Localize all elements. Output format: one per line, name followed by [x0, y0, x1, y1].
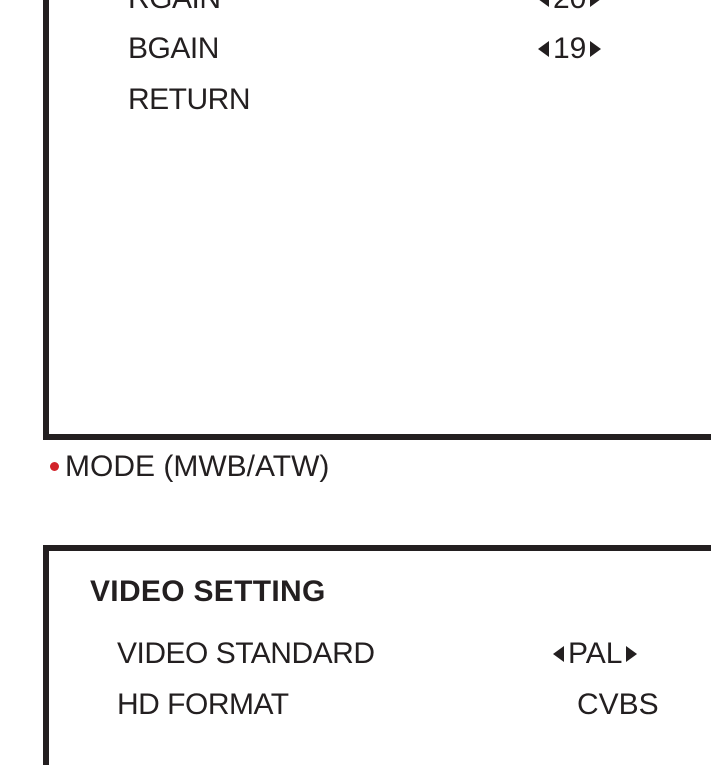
arrow-right-icon[interactable]	[590, 41, 602, 57]
menu-item-hd-format-value[interactable]: CVBS	[577, 690, 659, 720]
menu-item-rgain-value[interactable]: 20	[538, 0, 602, 14]
arrow-left-icon[interactable]	[538, 0, 549, 7]
hd-format-value-text: CVBS	[577, 688, 659, 721]
arrow-left-icon[interactable]	[553, 646, 564, 662]
caption-text: MODE (MWB/ATW)	[65, 450, 330, 483]
video-standard-value-text: PAL	[568, 637, 623, 670]
upper-menu-panel	[43, 0, 711, 440]
arrow-right-icon[interactable]	[626, 646, 638, 662]
bgain-value-text: 19	[553, 32, 587, 65]
mode-caption: MODE (MWB/ATW)	[50, 452, 329, 482]
arrow-left-icon[interactable]	[538, 41, 549, 57]
menu-item-rgain-label[interactable]: RGAIN	[128, 0, 221, 14]
menu-item-bgain-value[interactable]: 19	[538, 32, 602, 65]
menu-item-return[interactable]: RETURN	[128, 85, 251, 115]
menu-item-video-standard-value[interactable]: PAL	[553, 637, 638, 670]
rgain-value-text: 20	[553, 0, 586, 14]
menu-item-hd-format-label[interactable]: HD FORMAT	[117, 690, 289, 720]
arrow-right-icon[interactable]	[590, 0, 602, 7]
menu-item-video-standard-label[interactable]: VIDEO STANDARD	[117, 639, 375, 669]
menu-item-bgain-label[interactable]: BGAIN	[128, 34, 219, 64]
bullet-icon	[50, 461, 59, 471]
video-setting-title: VIDEO SETTING	[90, 575, 326, 608]
